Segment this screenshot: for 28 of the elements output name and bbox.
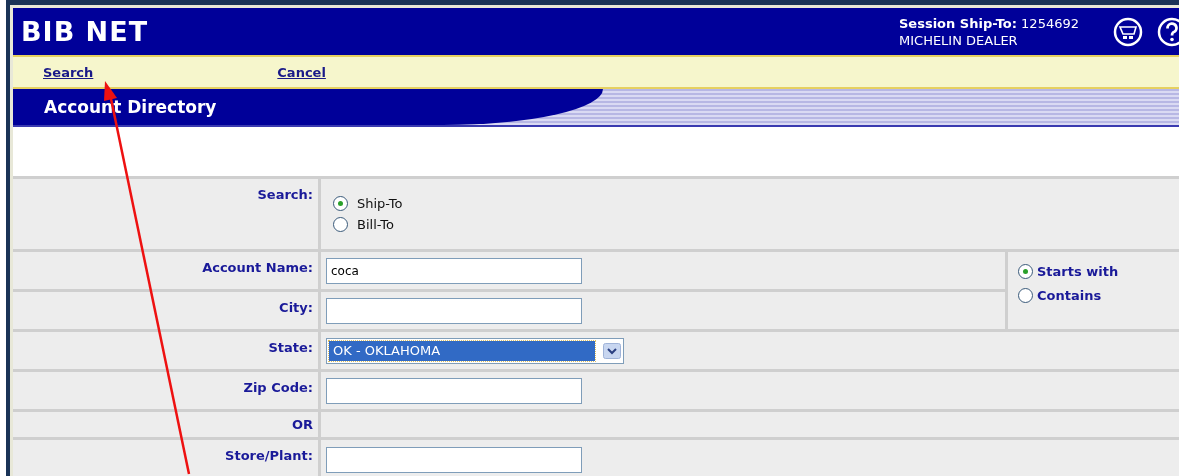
- radio-label: Bill-To: [357, 217, 394, 232]
- radio-label: Contains: [1037, 288, 1102, 303]
- field-label: Zip Code:: [13, 372, 318, 409]
- caret-icon: [603, 342, 621, 359]
- radio-button[interactable]: [1018, 264, 1033, 279]
- session-ship-to: Session Ship-To: 1254692: [899, 14, 1079, 32]
- input-field[interactable]: coca: [326, 257, 582, 284]
- dealer-name: MICHELIN DEALER: [899, 31, 1019, 49]
- field-label: State:: [13, 332, 318, 369]
- radio-button[interactable]: [333, 196, 348, 211]
- cart-icon[interactable]: [1113, 16, 1143, 47]
- toolbar-link[interactable]: Cancel: [277, 64, 326, 80]
- or-label: OR: [13, 412, 318, 437]
- toolbar-link[interactable]: Search: [43, 64, 94, 80]
- input-field[interactable]: [326, 377, 582, 404]
- field-label: Search:: [13, 179, 318, 249]
- field-label: Store/Plant:: [13, 440, 318, 476]
- radio-label: Starts with: [1037, 264, 1119, 279]
- field-label: City:: [13, 292, 318, 329]
- radio-button[interactable]: [1018, 288, 1033, 303]
- app-logo: BIB NET: [21, 16, 150, 47]
- input-field[interactable]: [326, 447, 582, 473]
- radio-label: Ship-To: [357, 196, 403, 211]
- field-label: Account Name:: [13, 252, 318, 289]
- input-field[interactable]: [326, 297, 582, 324]
- radio-button[interactable]: [333, 217, 348, 232]
- help-icon[interactable]: [1157, 16, 1179, 47]
- state-dropdown[interactable]: OK - OKLAHOMA: [326, 337, 624, 364]
